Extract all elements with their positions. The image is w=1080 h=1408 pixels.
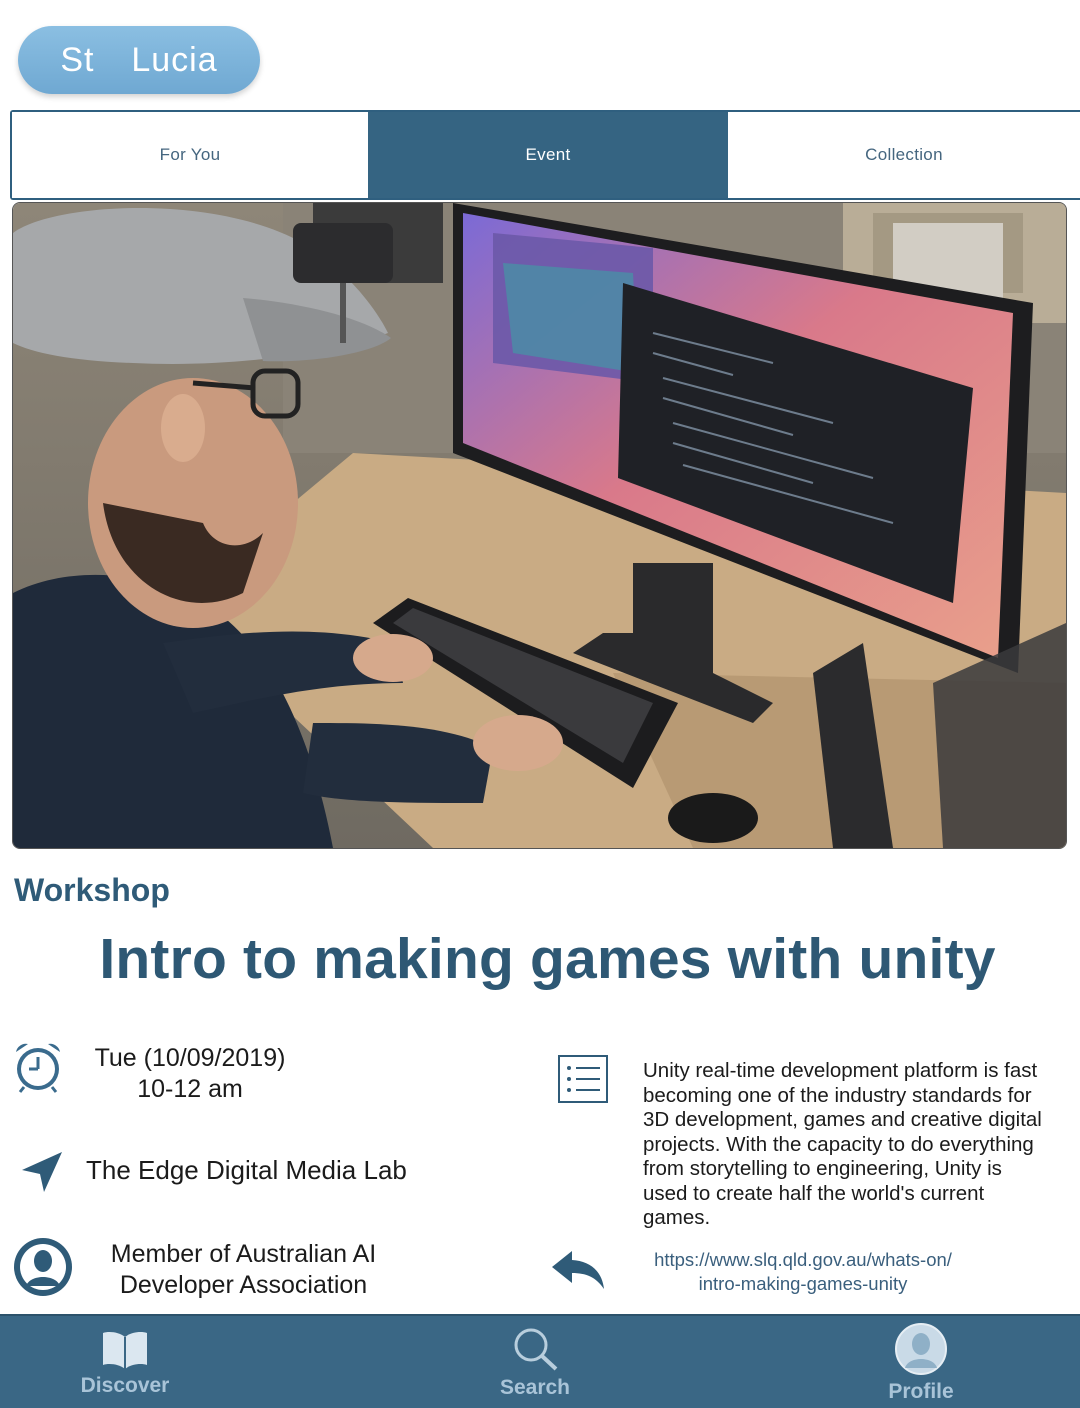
search-icon [514, 1328, 558, 1371]
tab-event[interactable]: Event [368, 112, 728, 198]
nav-search[interactable]: Search [470, 1316, 600, 1408]
category-tabs: For You Event Collection [10, 110, 1080, 200]
event-description: Unity real-time development platform is … [643, 1059, 1042, 1229]
event-venue: The Edge Digital Media Lab [86, 1155, 407, 1185]
nav-label: Search [499, 1376, 571, 1399]
location-arrow-icon [20, 1150, 64, 1194]
event-datetime: Tue (10/09/2019) 10-12 am [80, 1043, 300, 1105]
event-hero-image [12, 202, 1067, 849]
location-selector-button[interactable]: St Lucia [18, 26, 260, 94]
tab-label: For You [159, 145, 221, 164]
tab-for-you[interactable]: For You [12, 112, 368, 198]
nav-label: Profile [888, 1380, 954, 1403]
user-avatar-icon [12, 1236, 74, 1298]
nav-discover[interactable]: Discover [60, 1316, 190, 1408]
tab-label: Event [525, 145, 571, 164]
event-link[interactable]: https://www.slq.qld.gov.au/whats-on/ int… [628, 1248, 978, 1295]
nav-profile[interactable]: Profile [856, 1316, 986, 1408]
event-host: Member of Australian AI Developer Associ… [86, 1239, 401, 1301]
tab-label: Collection [865, 145, 943, 164]
event-title: Intro to making games with unity [99, 927, 996, 991]
event-host-line2: Developer Association [119, 1271, 368, 1299]
share-back-arrow-icon[interactable] [550, 1247, 606, 1291]
alarm-clock-icon [10, 1038, 66, 1094]
event-host-line1: Member of Australian AI [110, 1240, 377, 1268]
event-link-line2: intro-making-games-unity [698, 1272, 908, 1294]
nav-label: Discover [80, 1374, 170, 1397]
bottom-navigation: Discover Search Profile [0, 1314, 1080, 1408]
profile-icon [895, 1323, 947, 1375]
book-icon [103, 1332, 147, 1369]
location-label: St Lucia [60, 41, 218, 79]
event-time: 10-12 am [137, 1075, 243, 1103]
event-category: Workshop [14, 872, 170, 908]
tab-collection[interactable]: Collection [728, 112, 1080, 198]
event-link-line1: https://www.slq.qld.gov.au/whats-on/ [654, 1249, 952, 1270]
list-icon [558, 1055, 608, 1103]
hero-illustration [13, 203, 1066, 848]
event-date: Tue (10/09/2019) [94, 1044, 286, 1072]
